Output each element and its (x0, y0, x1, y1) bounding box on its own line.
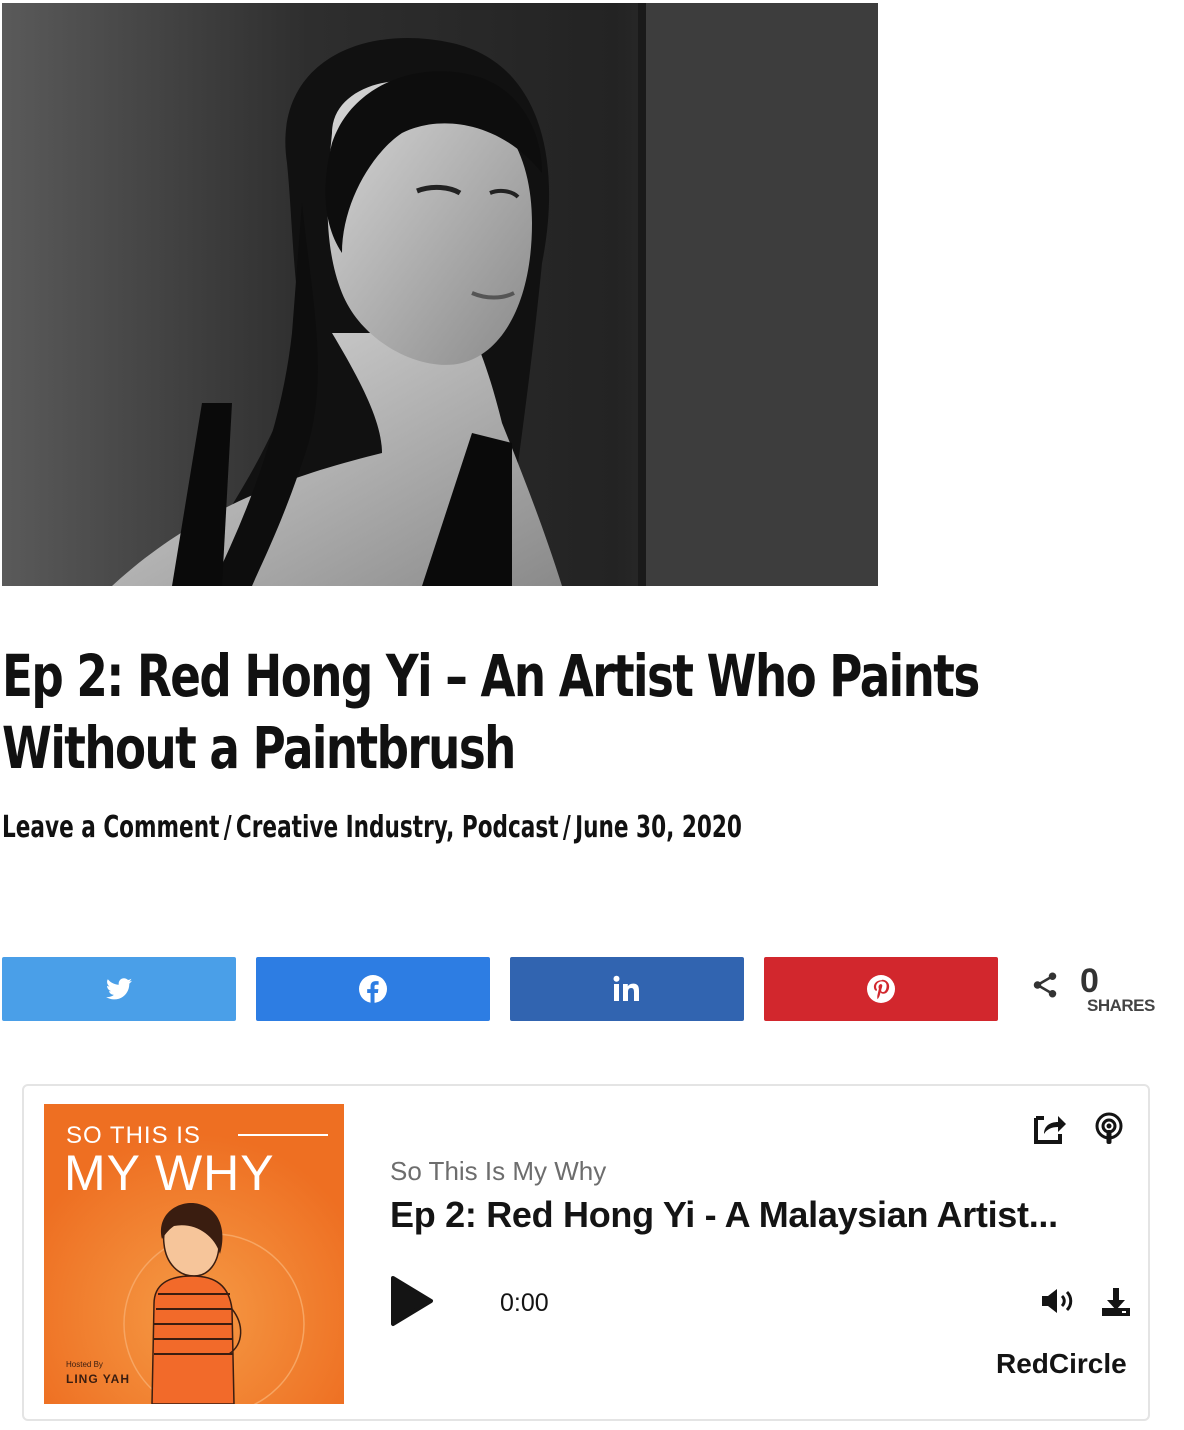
pinterest-icon (867, 975, 895, 1003)
post-title: Ep 2: Red Hong Yi – An Artist Who Paints… (2, 642, 980, 782)
episode-title[interactable]: Ep 2: Red Hong Yi - A Malaysian Artist..… (390, 1194, 1058, 1236)
pinterest-share-button[interactable] (764, 957, 998, 1021)
hero-photo (2, 3, 878, 586)
share-count-label: SHARES (1087, 996, 1155, 1015)
share-count: 0 SHARES (1030, 962, 1170, 1022)
cover-line-2: MY WHY (64, 1145, 275, 1201)
cover-rule (238, 1134, 328, 1136)
category-creative-industry-link[interactable]: Creative Industry, (236, 810, 454, 845)
podcast-player: SO THIS IS MY WHY Hosted By LING YAH So … (22, 1084, 1150, 1421)
volume-icon[interactable] (1040, 1286, 1078, 1316)
podcast-icon[interactable] (1094, 1112, 1124, 1146)
playback-time: 0:00 (500, 1289, 549, 1317)
portrait-photo (2, 3, 878, 586)
twitter-share-button[interactable] (2, 957, 236, 1021)
download-icon[interactable] (1100, 1286, 1132, 1318)
cover-host: LING YAH (66, 1372, 131, 1386)
linkedin-share-button[interactable] (510, 957, 744, 1021)
play-icon[interactable] (387, 1274, 435, 1328)
twitter-icon (106, 978, 132, 1000)
facebook-share-button[interactable] (256, 957, 490, 1021)
cover-hosted-by: Hosted By (66, 1360, 103, 1369)
share-out-icon[interactable] (1030, 1112, 1068, 1146)
category-podcast-link[interactable]: Podcast (462, 810, 559, 845)
podcast-show-name[interactable]: So This Is My Why (390, 1156, 606, 1187)
facebook-icon (359, 975, 387, 1003)
leave-comment-link[interactable]: Leave a Comment (2, 810, 219, 845)
redcircle-brand[interactable]: RedCircle (996, 1348, 1127, 1380)
linkedin-icon (613, 975, 639, 1001)
post-date: June 30, 2020 (575, 810, 742, 845)
meta-separator: / (562, 810, 571, 845)
meta-separator: / (223, 810, 232, 845)
podcast-cover-art: SO THIS IS MY WHY Hosted By LING YAH (44, 1104, 344, 1404)
post-meta: Leave a Comment / Creative Industry, Podca… (2, 806, 742, 850)
share-icon (1033, 972, 1057, 998)
